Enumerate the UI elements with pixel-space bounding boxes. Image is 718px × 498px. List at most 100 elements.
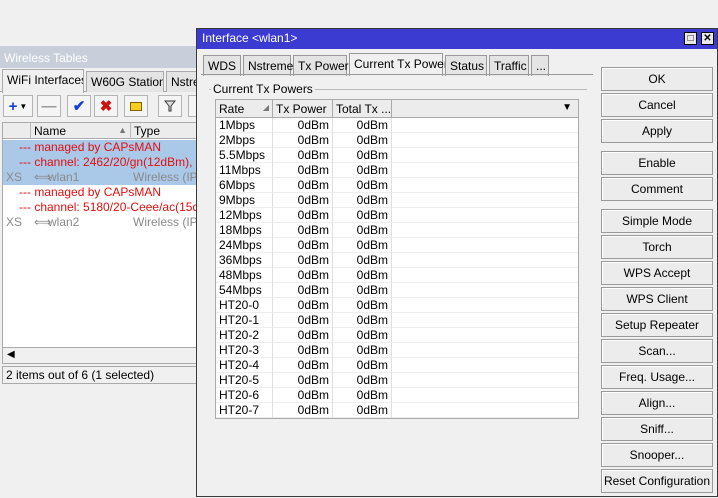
filter-icon[interactable] (158, 95, 182, 117)
cell-filler (392, 328, 578, 343)
tab-wifi-interfaces[interactable]: WiFi Interfaces (2, 69, 84, 93)
comment-icon[interactable] (124, 95, 148, 117)
wps-client-button[interactable]: WPS Client (601, 287, 713, 311)
cell-total-tx: 0dBm (333, 178, 392, 193)
table-row[interactable]: HT20-5 0dBm 0dBm (216, 373, 578, 388)
tx-power-table: Rate ◢ Tx Power Total Tx ... ▼ 1Mbps 0dBm 0… (215, 99, 579, 419)
tab-traffic[interactable]: Traffic (489, 55, 529, 76)
table-row[interactable]: --- channel: 5180/20-Ceee/ac(15dBm (3, 200, 197, 215)
cell-tx-power: 0dBm (273, 118, 333, 133)
table-row[interactable]: --- managed by CAPsMAN (3, 140, 197, 155)
apply-button[interactable]: Apply (601, 119, 713, 143)
table-row[interactable]: HT20-0 0dBm 0dBm (216, 298, 578, 313)
freq-usage-button[interactable]: Freq. Usage... (601, 365, 713, 389)
table-row[interactable]: HT20-6 0dBm 0dBm (216, 388, 578, 403)
wps-accept-button[interactable]: WPS Accept (601, 261, 713, 285)
column-total-tx[interactable]: Total Tx ... (333, 100, 392, 118)
snooper-button[interactable]: Snooper... (601, 443, 713, 467)
table-row[interactable]: 11Mbps 0dBm 0dBm (216, 163, 578, 178)
cell-filler (392, 208, 578, 223)
cell-tx-power: 0dBm (273, 283, 333, 298)
cell-filler (392, 358, 578, 373)
table-row[interactable]: 5.5Mbps 0dBm 0dBm (216, 148, 578, 163)
dialog-title-bar: Interface <wlan1> □ ✕ (197, 29, 717, 49)
table-row[interactable]: HT20-2 0dBm 0dBm (216, 328, 578, 343)
tab-wds[interactable]: WDS (203, 55, 241, 76)
table-row[interactable]: --- channel: 2462/20/gn(12dBm), SSI (3, 155, 197, 170)
sniff-button[interactable]: Sniff... (601, 417, 713, 441)
align-button[interactable]: Align... (601, 391, 713, 415)
cell-filler (392, 133, 578, 148)
table-row[interactable]: 1Mbps 0dBm 0dBm (216, 118, 578, 133)
cell-rate: 6Mbps (216, 178, 273, 193)
scan-button[interactable]: Scan... (601, 339, 713, 363)
cell-total-tx: 0dBm (333, 238, 392, 253)
simple-mode-button[interactable]: Simple Mode (601, 209, 713, 233)
column-type[interactable]: Type (131, 123, 197, 139)
cell-rate: 24Mbps (216, 238, 273, 253)
tab-nstreme[interactable]: Nstre (166, 71, 200, 92)
ok-button[interactable]: OK (601, 67, 713, 91)
table-row[interactable]: HT20-7 0dBm 0dBm (216, 403, 578, 418)
comment-button[interactable]: Comment (601, 177, 713, 201)
enable-button[interactable]: Enable (601, 151, 713, 175)
cell-rate: HT20-7 (216, 403, 273, 418)
table-row[interactable]: XS ⟺ wlan2 Wireless (IPQ (3, 215, 197, 230)
enable-check-icon[interactable]: ✔ (67, 95, 91, 117)
table-row[interactable]: 2Mbps 0dBm 0dBm (216, 133, 578, 148)
disable-x-icon[interactable]: ✖ (94, 95, 118, 117)
cell-filler (392, 403, 578, 418)
table-row[interactable]: HT20-1 0dBm 0dBm (216, 313, 578, 328)
column-rate[interactable]: Rate ◢ (216, 100, 273, 118)
maximize-icon[interactable]: □ (684, 32, 697, 45)
cell-filler (392, 283, 578, 298)
table-row[interactable]: 48Mbps 0dBm 0dBm (216, 268, 578, 283)
table-row[interactable]: 24Mbps 0dBm 0dBm (216, 238, 578, 253)
table-row[interactable]: --- managed by CAPsMAN (3, 185, 197, 200)
cell-tx-power: 0dBm (273, 298, 333, 313)
cell-rate: 12Mbps (216, 208, 273, 223)
tab-tx-power[interactable]: Tx Power (293, 55, 349, 76)
cell-rate: 36Mbps (216, 253, 273, 268)
cell-filler (392, 118, 578, 133)
column-filler: ▼ (392, 100, 578, 118)
cell-filler (392, 178, 578, 193)
torch-button[interactable]: Torch (601, 235, 713, 259)
cell-rate: 18Mbps (216, 223, 273, 238)
setup-repeater-button[interactable]: Setup Repeater (601, 313, 713, 337)
cell-tx-power: 0dBm (273, 208, 333, 223)
horizontal-scrollbar[interactable]: ◀ (2, 348, 198, 364)
remove-button[interactable]: — (37, 95, 61, 117)
tab-nstreme[interactable]: Nstreme (243, 55, 293, 76)
tab-more[interactable]: ... (531, 55, 549, 76)
close-icon[interactable]: ✕ (701, 32, 714, 45)
column-tx-power[interactable]: Tx Power (273, 100, 333, 118)
column-name[interactable]: Name ▲ (31, 123, 131, 139)
table-row[interactable]: 36Mbps 0dBm 0dBm (216, 253, 578, 268)
column-menu-icon[interactable]: ▼ (562, 102, 572, 113)
table-row[interactable]: 6Mbps 0dBm 0dBm (216, 178, 578, 193)
background-area (0, 0, 200, 46)
cell-tx-power: 0dBm (273, 268, 333, 283)
table-row[interactable]: HT20-4 0dBm 0dBm (216, 358, 578, 373)
cell-total-tx: 0dBm (333, 148, 392, 163)
reset-configuration-button[interactable]: Reset Configuration (601, 469, 713, 493)
table-row[interactable]: 18Mbps 0dBm 0dBm (216, 223, 578, 238)
cancel-button[interactable]: Cancel (601, 93, 713, 117)
table-row[interactable]: 12Mbps 0dBm 0dBm (216, 208, 578, 223)
tab-status[interactable]: Status (445, 55, 487, 76)
cell-total-tx: 0dBm (333, 373, 392, 388)
table-row[interactable]: HT20-3 0dBm 0dBm (216, 343, 578, 358)
tab-w60g-station[interactable]: W60G Station (86, 71, 164, 92)
tab-current-tx-power[interactable]: Current Tx Power (349, 53, 448, 76)
table-row[interactable]: 54Mbps 0dBm 0dBm (216, 283, 578, 298)
cell-total-tx: 0dBm (333, 163, 392, 178)
scroll-left-icon[interactable]: ◀ (7, 349, 15, 360)
cell-total-tx: 0dBm (333, 208, 392, 223)
cell-filler (392, 373, 578, 388)
cell-rate: HT20-5 (216, 373, 273, 388)
table-row[interactable]: 9Mbps 0dBm 0dBm (216, 193, 578, 208)
cell-total-tx: 0dBm (333, 343, 392, 358)
add-button[interactable]: + ▼ (3, 95, 33, 117)
table-row[interactable]: XS ⟺ wlan1 Wireless (IPQ (3, 170, 197, 185)
